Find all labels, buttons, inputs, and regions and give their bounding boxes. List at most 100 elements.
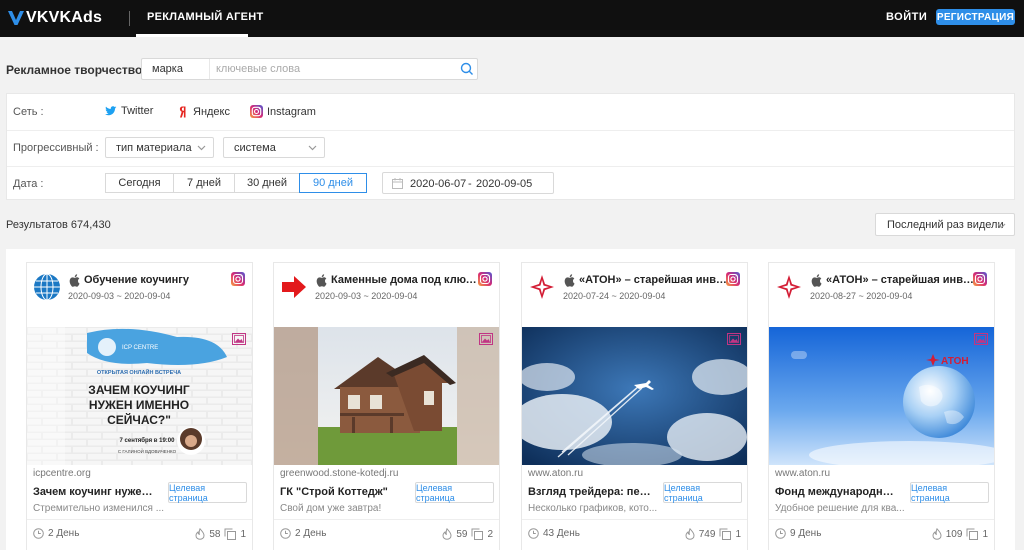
- copies-icon: [224, 528, 237, 540]
- keyword-input[interactable]: [212, 61, 452, 77]
- aton-star-logo-icon: [528, 273, 556, 301]
- days-active-value: 2 День: [48, 528, 80, 539]
- nav-tab-underline: [136, 34, 248, 37]
- login-link[interactable]: ВОЙТИ: [886, 11, 927, 23]
- calendar-icon: [392, 178, 403, 189]
- days-active-value: 9 День: [790, 528, 822, 539]
- creative-brand-text: ICP CENTRE: [122, 345, 158, 351]
- network-yandex[interactable]: Яндекс: [177, 105, 230, 119]
- advertiser-avatar: [528, 273, 556, 301]
- ad-card[interactable]: «АТОН» – старейшая инвес... 2020-08-27 ~…: [768, 262, 995, 550]
- landing-page-button[interactable]: Целевая страница: [415, 482, 494, 503]
- ad-card-footer: 43 День 749 1: [522, 519, 747, 550]
- brand-select[interactable]: марка: [142, 59, 210, 79]
- image-type-icon: [974, 333, 988, 345]
- clock-icon: [33, 528, 44, 539]
- ad-stats: 58 1: [195, 528, 246, 540]
- ad-description: Стремительно изменился ...: [33, 503, 165, 514]
- copies-count: 1: [735, 528, 741, 540]
- network-twitter[interactable]: Twitter: [105, 105, 153, 117]
- creative-host: С ГАЛИНОЙ ВДОВИЧЕНКО: [118, 447, 177, 454]
- ad-description: Несколько графиков, кото...: [528, 503, 658, 514]
- ad-stats: 749 1: [685, 528, 741, 540]
- register-button[interactable]: РЕГИСТРАЦИЯ: [936, 9, 1015, 25]
- top-bar: VKVKAds РЕКЛАМНЫЙ АГЕНТ ВОЙТИ РЕГИСТРАЦИ…: [0, 0, 1024, 37]
- copies-count: 2: [487, 528, 493, 540]
- days-active-value: 2 День: [295, 528, 327, 539]
- days-active: 43 День: [528, 528, 580, 539]
- sort-value: Последний раз видели: [887, 219, 1004, 231]
- instagram-icon: [250, 105, 263, 118]
- copies-icon: [966, 528, 979, 540]
- ad-date-range: 2020-09-03 ~ 2020-09-04: [315, 291, 418, 301]
- network-row: Сеть : Twitter Яндекс Instagram: [7, 94, 1014, 131]
- ad-description: Удобное решение для ква...: [775, 503, 905, 514]
- date-range-buttons: Сегодня 7 дней 30 дней 90 дней: [105, 173, 367, 193]
- ad-creative-image[interactable]: [522, 327, 747, 465]
- ad-headline: Зачем коучинг нужен и...: [33, 486, 157, 498]
- ad-creative-image[interactable]: ICP CENTRE ОТКРЫТАЯ ОНЛАЙН ВСТРЕЧА ЗАЧЕМ…: [27, 327, 252, 465]
- network-instagram-label: Instagram: [267, 105, 316, 118]
- date-button-90-days[interactable]: 90 дней: [299, 173, 367, 193]
- ad-creative-image[interactable]: [274, 327, 499, 465]
- yandex-icon: [177, 105, 189, 119]
- sort-select[interactable]: Последний раз видели: [875, 213, 1015, 236]
- logo-v-icon: [8, 11, 24, 25]
- logo[interactable]: VKVKAds: [8, 9, 102, 27]
- ad-domain[interactable]: greenwood.stone-kotedj.ru: [280, 468, 398, 479]
- creative-date: 7 сентября в 19:00: [120, 437, 176, 444]
- ad-card-footer: 2 День 58 1: [27, 519, 252, 550]
- instagram-icon: [973, 272, 987, 286]
- nav-tab-ad-agent[interactable]: РЕКЛАМНЫЙ АГЕНТ: [147, 11, 264, 23]
- image-type-icon: [232, 333, 246, 345]
- date-range-picker[interactable]: 2020-06-07 - 2020-09-05: [382, 172, 554, 194]
- ad-headline: Фонд международных IP...: [775, 486, 899, 498]
- likes-count: 58: [209, 528, 221, 540]
- ad-domain[interactable]: www.aton.ru: [528, 468, 583, 479]
- ad-card-grid: Обучение коучингу 2020-09-03 ~ 2020-09-0…: [6, 249, 1015, 550]
- landing-page-button[interactable]: Целевая страница: [663, 482, 742, 503]
- material-type-select[interactable]: тип материала: [105, 137, 214, 158]
- apple-icon: [564, 274, 575, 287]
- ad-card[interactable]: Каменные дома под ключ. ... 2020-09-03 ~…: [273, 262, 500, 550]
- creative-event-label: ОТКРЫТАЯ ОНЛАЙН ВСТРЕЧА: [97, 368, 181, 376]
- system-select[interactable]: система: [223, 137, 325, 158]
- network-instagram[interactable]: Instagram: [250, 105, 316, 118]
- days-active: 9 День: [775, 528, 821, 539]
- logo-text: VKVKAds: [26, 9, 103, 26]
- advertiser-avatar: [775, 273, 803, 301]
- search-icon[interactable]: [460, 62, 474, 76]
- ad-date-range: 2020-07-24 ~ 2020-09-04: [563, 291, 666, 301]
- progressive-row: Прогрессивный : тип материала система: [7, 131, 1014, 167]
- creative-brand-text: АТОН: [941, 356, 969, 367]
- landing-page-button[interactable]: Целевая страница: [168, 482, 247, 503]
- network-label: Сеть :: [13, 106, 44, 118]
- ad-creative-image[interactable]: АТОН: [769, 327, 994, 465]
- image-type-icon: [727, 333, 741, 345]
- ad-title: «АТОН» – старейшая инвес...: [826, 274, 976, 286]
- image-type-icon: [479, 333, 493, 345]
- ad-description: Свой дом уже завтра!: [280, 503, 382, 514]
- ad-title: Каменные дома под ключ. ...: [331, 274, 481, 286]
- aton-star-logo-icon: [775, 273, 803, 301]
- ad-headline: Взгляд трейдера: переиз...: [528, 486, 652, 498]
- ad-headline: ГК "Строй Коттедж": [280, 486, 388, 498]
- ad-stats: 59 2: [442, 528, 493, 540]
- days-active: 2 День: [280, 528, 326, 539]
- ad-card[interactable]: «АТОН» – старейшая инвес... 2020-07-24 ~…: [521, 262, 748, 550]
- clock-icon: [775, 528, 786, 539]
- landing-page-button[interactable]: Целевая страница: [910, 482, 989, 503]
- chevron-down-icon: [997, 223, 1006, 229]
- date-button-30-days[interactable]: 30 дней: [234, 173, 300, 193]
- copies-count: 1: [240, 528, 246, 540]
- flame-icon: [932, 528, 942, 540]
- clock-icon: [280, 528, 291, 539]
- date-button-today[interactable]: Сегодня: [105, 173, 174, 193]
- date-button-7-days[interactable]: 7 дней: [173, 173, 235, 193]
- ad-domain[interactable]: www.aton.ru: [775, 468, 830, 479]
- range-start: 2020-06-07: [410, 178, 467, 190]
- ad-card[interactable]: Обучение коучингу 2020-09-03 ~ 2020-09-0…: [26, 262, 253, 550]
- copies-icon: [471, 528, 484, 540]
- ad-date-range: 2020-09-03 ~ 2020-09-04: [68, 291, 171, 301]
- ad-domain[interactable]: icpcentre.org: [33, 468, 91, 479]
